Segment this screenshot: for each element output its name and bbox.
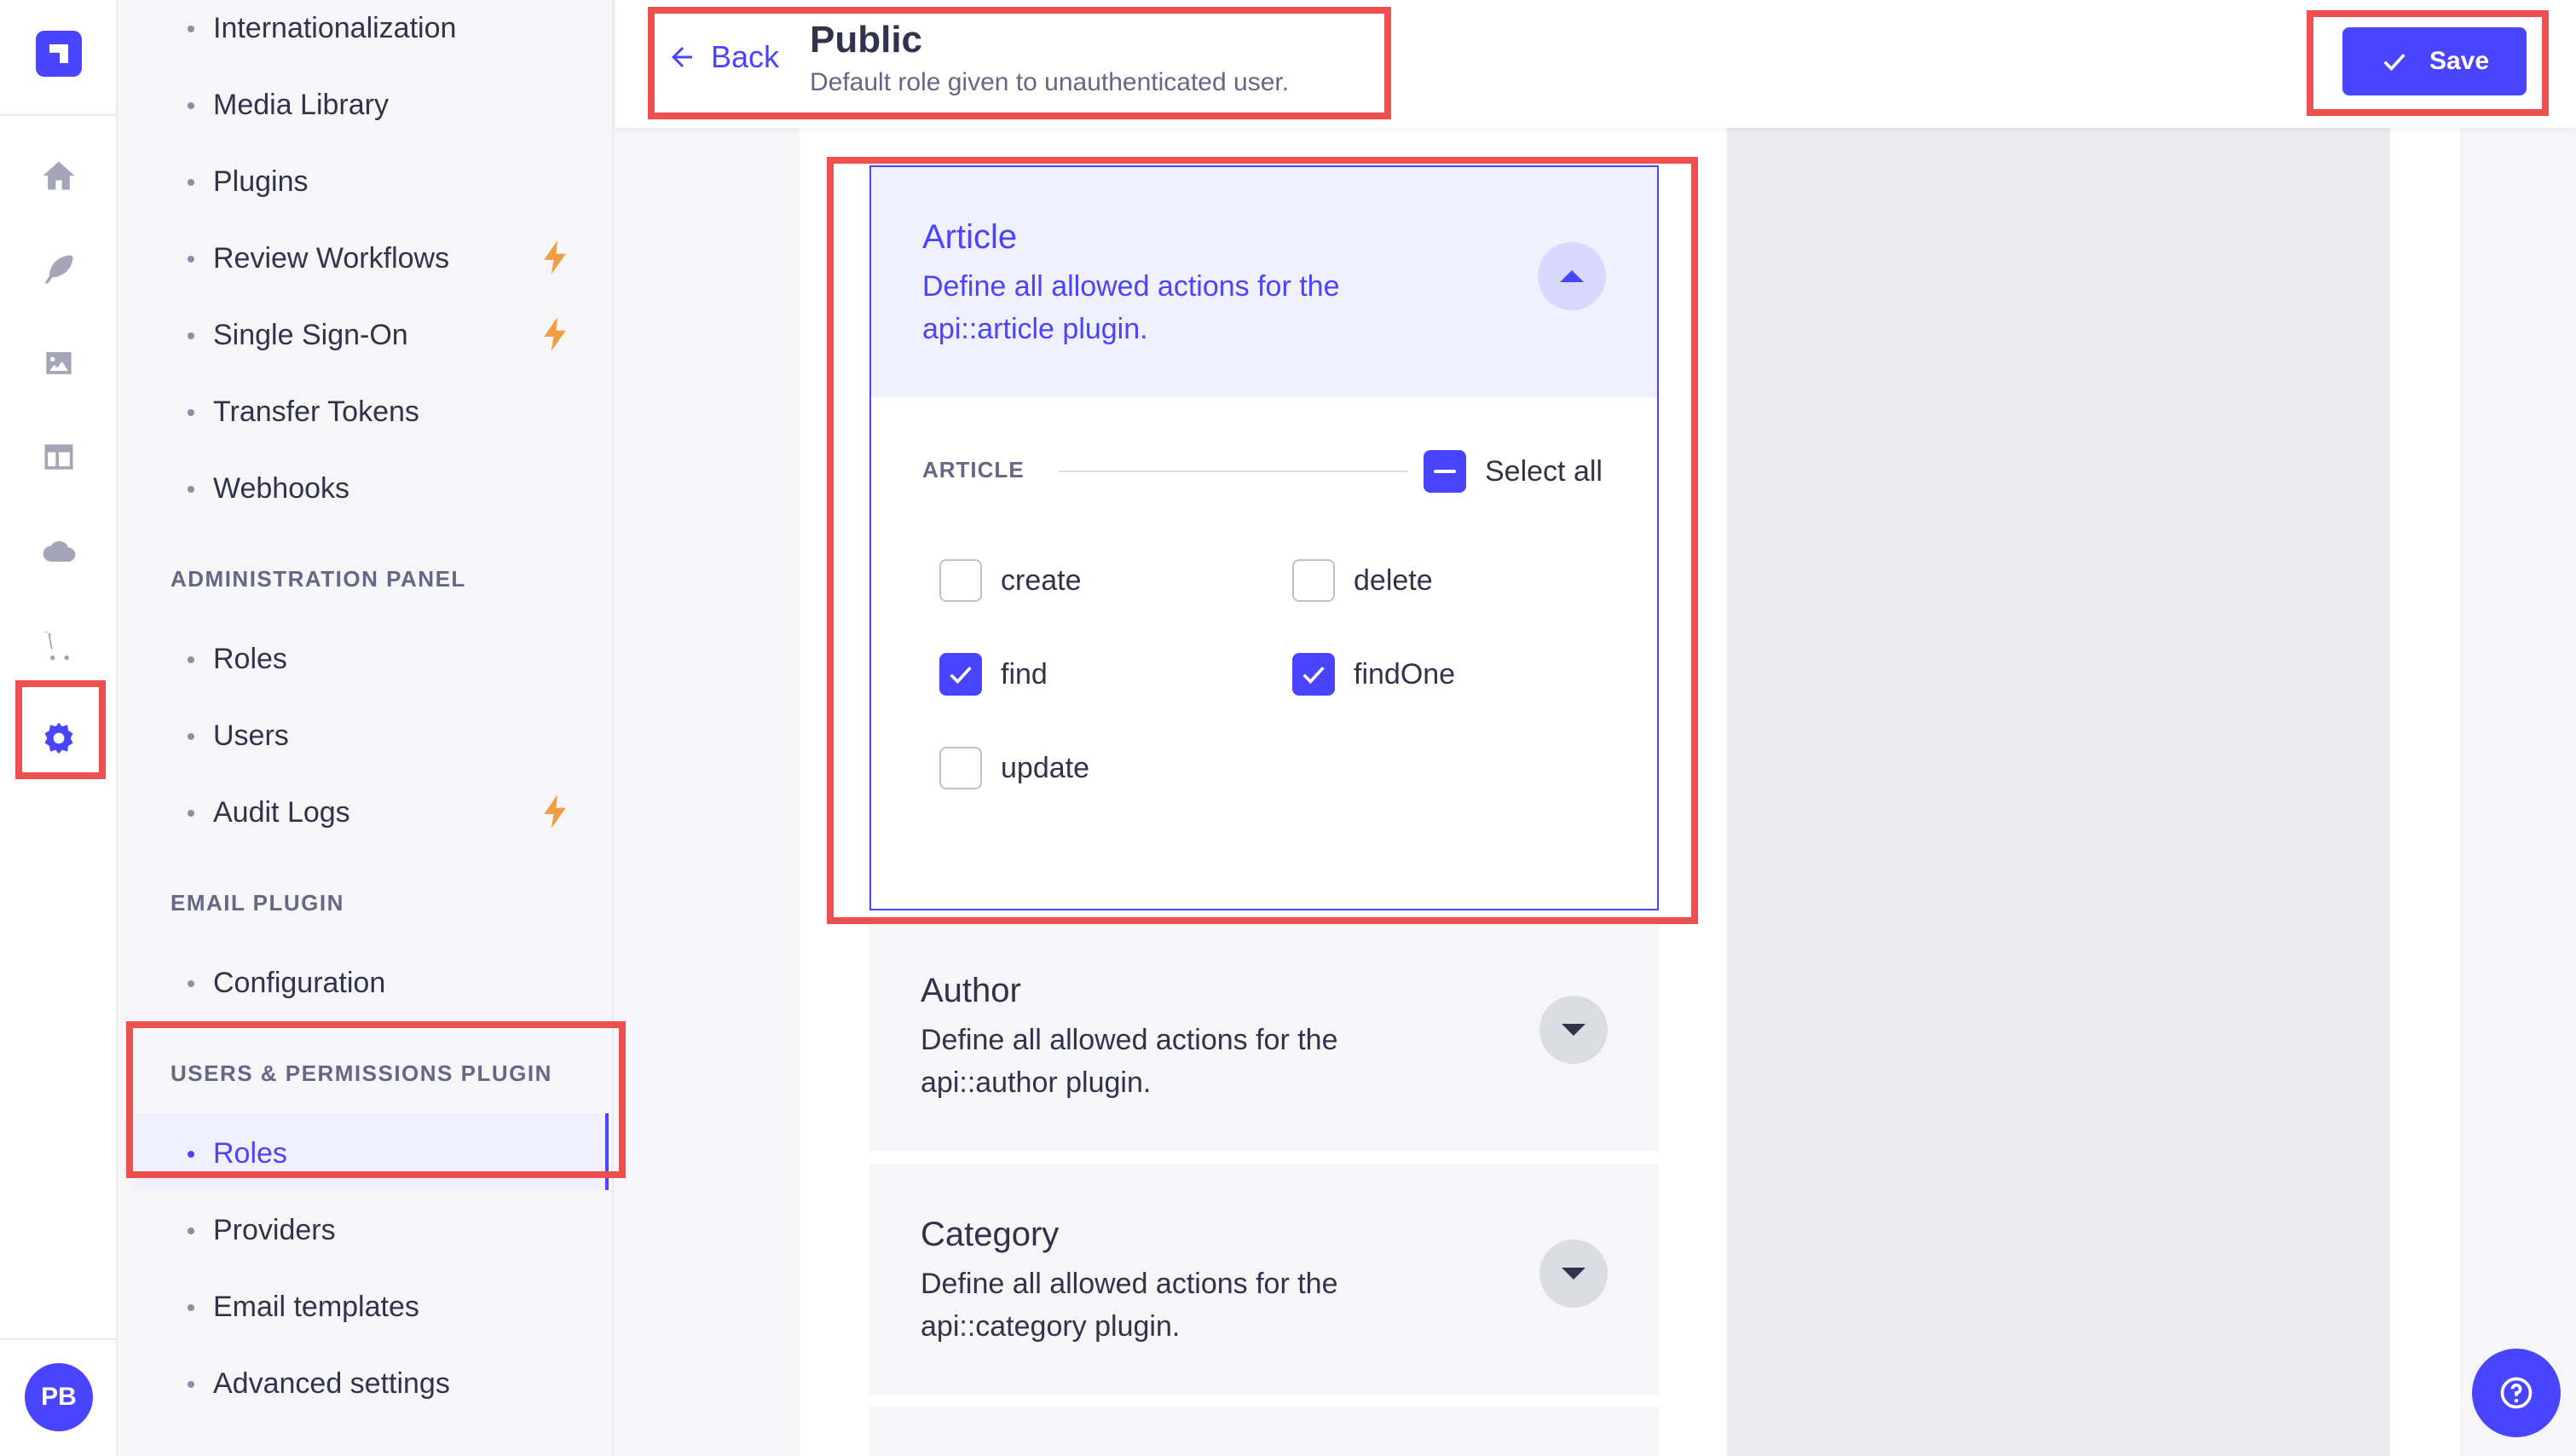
subnav-item-configuration[interactable]: Configuration bbox=[188, 962, 385, 1004]
layout-icon[interactable] bbox=[33, 431, 84, 482]
subnav-item-internationalization[interactable]: Internationalization bbox=[188, 7, 456, 49]
accordion-title: Author bbox=[921, 972, 1021, 1009]
subnav-item-audit-logs[interactable]: Audit Logs bbox=[188, 791, 350, 834]
subnav-item-advanced-settings[interactable]: Advanced settings bbox=[188, 1362, 450, 1405]
cloud-icon[interactable] bbox=[33, 525, 84, 576]
highlight-article-accordion bbox=[827, 157, 1698, 924]
subnav-item-plugins[interactable]: Plugins bbox=[188, 160, 309, 203]
subnav-item-admin-roles[interactable]: Roles bbox=[188, 638, 287, 680]
accordion-author-header[interactable]: Author Define all allowed actions for th… bbox=[869, 921, 1659, 1151]
cart-icon[interactable] bbox=[33, 619, 84, 670]
policy-side-panel bbox=[1727, 128, 2390, 1456]
question-icon bbox=[2500, 1377, 2533, 1409]
strapi-logo-icon[interactable] bbox=[36, 31, 82, 77]
home-icon[interactable] bbox=[33, 150, 84, 201]
section-administration-panel: ADMINISTRATION PANEL bbox=[170, 566, 466, 592]
subnav-item-transfer-tokens[interactable]: Transfer Tokens bbox=[188, 390, 419, 433]
lightning-icon bbox=[544, 794, 566, 829]
accordion-description: Define all allowed actions for the api::… bbox=[921, 1268, 1338, 1343]
chevron-down-icon bbox=[1562, 1024, 1585, 1036]
subnav-item-webhooks[interactable]: Webhooks bbox=[188, 467, 349, 510]
subnav-item-email-templates[interactable]: Email templates bbox=[188, 1286, 419, 1328]
accordion-next-partial bbox=[869, 1407, 1659, 1456]
lightning-icon bbox=[544, 240, 566, 274]
subnav-item-media-library[interactable]: Media Library bbox=[188, 84, 389, 126]
image-icon[interactable] bbox=[33, 338, 84, 389]
settings-subnav: Internationalization Media Library Plugi… bbox=[119, 0, 614, 1456]
section-email-plugin: EMAIL PLUGIN bbox=[170, 890, 344, 916]
user-avatar[interactable]: PB bbox=[25, 1363, 93, 1431]
accordion-category: Category Define all allowed actions for … bbox=[869, 1164, 1659, 1395]
highlight-save-button bbox=[2307, 10, 2549, 116]
lightning-icon bbox=[544, 317, 566, 351]
feather-icon[interactable] bbox=[33, 244, 84, 295]
subnav-item-single-sign-on[interactable]: Single Sign-On bbox=[188, 314, 408, 356]
highlight-up-roles bbox=[126, 1021, 626, 1178]
accordion-title: Category bbox=[921, 1216, 1060, 1253]
rail-bottom-divider bbox=[0, 1338, 118, 1340]
accordion-author: Author Define all allowed actions for th… bbox=[869, 921, 1659, 1151]
expand-toggle-button[interactable] bbox=[1539, 1239, 1608, 1308]
accordion-description: Define all allowed actions for the api::… bbox=[921, 1024, 1338, 1099]
chevron-down-icon bbox=[1562, 1268, 1585, 1280]
highlight-header-title bbox=[648, 7, 1391, 119]
expand-toggle-button[interactable] bbox=[1539, 996, 1608, 1064]
highlight-settings-icon bbox=[15, 680, 106, 779]
rail-divider bbox=[0, 114, 118, 116]
help-button[interactable] bbox=[2472, 1349, 2561, 1437]
subnav-item-providers[interactable]: Providers bbox=[188, 1209, 336, 1251]
accordion-category-header[interactable]: Category Define all allowed actions for … bbox=[869, 1164, 1659, 1395]
subnav-item-review-workflows[interactable]: Review Workflows bbox=[188, 237, 449, 280]
subnav-item-users[interactable]: Users bbox=[188, 714, 289, 757]
